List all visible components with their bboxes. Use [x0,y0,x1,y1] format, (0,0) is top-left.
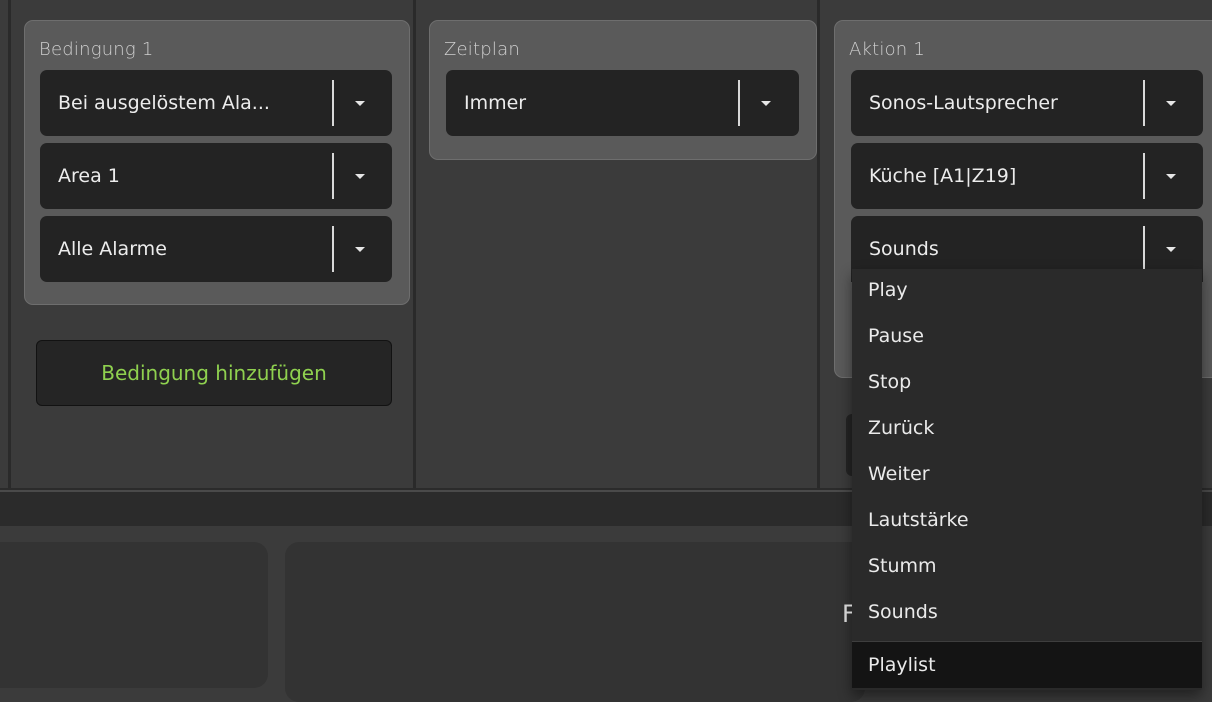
device-type-select[interactable]: Sonos-Lautsprecher [851,70,1203,136]
column-divider [413,0,416,488]
chevron-down-icon[interactable] [1153,143,1189,209]
menu-item-back[interactable]: Zurück [852,405,1202,451]
select-value: Alle Alarme [58,238,167,260]
chevron-down-icon[interactable] [748,70,784,136]
menu-item-sounds[interactable]: Sounds [852,589,1202,635]
menu-item-volume[interactable]: Lautstärke [852,497,1202,543]
select-value: Area 1 [58,165,120,187]
area-select[interactable]: Area 1 [40,143,392,209]
chevron-down-icon[interactable] [342,70,378,136]
select-separator [332,226,334,272]
chevron-down-icon[interactable] [342,216,378,282]
select-value: Immer [464,92,527,114]
select-separator [1143,226,1145,272]
menu-item-pause[interactable]: Pause [852,313,1202,359]
condition-panel-title: Bedingung 1 [39,39,154,60]
column-divider [817,0,820,488]
schedule-panel-title: Zeitplan [444,39,520,60]
schedule-select[interactable]: Immer [446,70,799,136]
select-value: Sonos-Lautsprecher [869,92,1058,114]
select-separator [1143,80,1145,126]
select-value: Bei ausgelöstem Ala... [58,92,270,114]
menu-item-play[interactable]: Play [852,269,1202,313]
chevron-down-icon[interactable] [342,143,378,209]
bottom-card-left [0,542,268,688]
menu-item-stop[interactable]: Stop [852,359,1202,405]
action-panel-title: Aktion 1 [849,39,925,60]
add-condition-button[interactable]: Bedingung hinzufügen [36,340,392,406]
select-value: Küche [A1|Z19] [869,165,1017,187]
select-separator [332,153,334,199]
chevron-down-icon[interactable] [1153,70,1189,136]
alarm-type-select[interactable]: Alle Alarme [40,216,392,282]
action-dropdown-menu: Play Pause Stop Zurück Weiter Lautstärke… [852,269,1202,690]
menu-item-next[interactable]: Weiter [852,451,1202,497]
occluded-label-fragment: F [842,600,852,628]
menu-item-mute[interactable]: Stumm [852,543,1202,589]
select-separator [738,80,740,126]
bottom-card-center [285,542,865,702]
alarm-trigger-select[interactable]: Bei ausgelöstem Ala... [40,70,392,136]
column-divider [8,0,11,488]
menu-item-playlist[interactable]: Playlist [852,641,1202,688]
select-separator [1143,153,1145,199]
speaker-select[interactable]: Küche [A1|Z19] [851,143,1203,209]
select-separator [332,80,334,126]
